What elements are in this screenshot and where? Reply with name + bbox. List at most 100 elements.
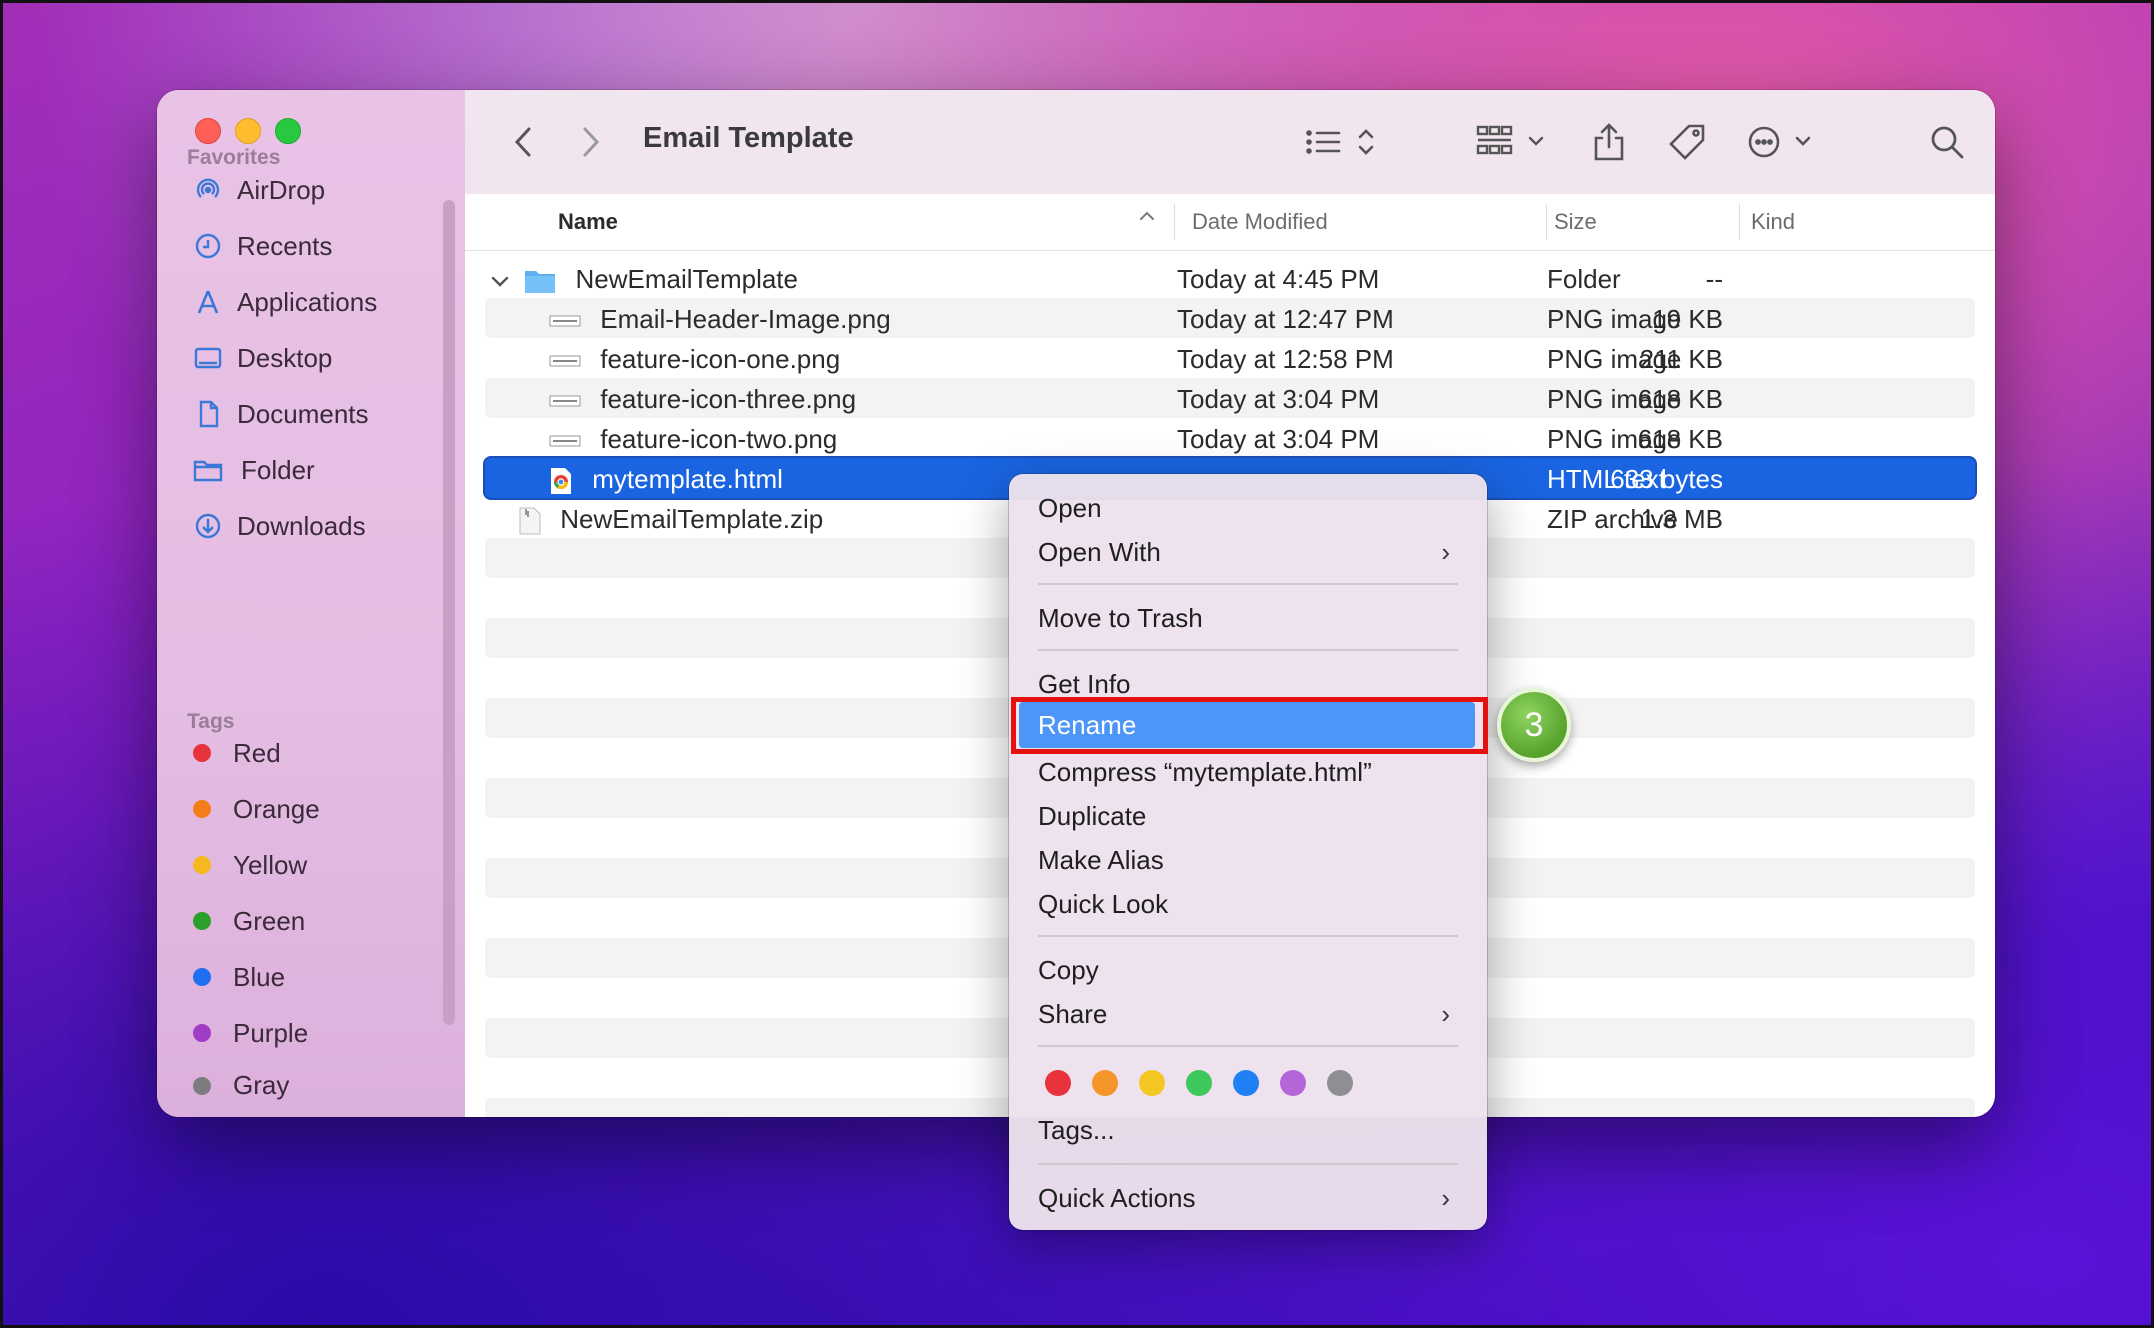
blue-tag-dot xyxy=(193,968,211,986)
table-row[interactable]: feature-icon-one.png Today at 12:58 PM 2… xyxy=(485,338,1975,378)
search-icon xyxy=(1931,126,1964,159)
minimize-button[interactable] xyxy=(235,118,261,144)
sidebar-tag-orange[interactable]: Orange xyxy=(187,781,320,837)
chevron-right-icon: › xyxy=(1441,998,1450,1029)
airdrop-icon xyxy=(193,175,223,205)
sidebar-tag-yellow[interactable]: Yellow xyxy=(187,837,320,893)
table-row[interactable]: NewEmailTemplate Today at 4:45 PM -- Fol… xyxy=(485,258,1975,298)
search-button[interactable] xyxy=(1925,122,1969,162)
file-name: Email-Header-Image.png xyxy=(600,304,891,334)
menu-item-label: Open With xyxy=(1038,536,1161,567)
sidebar-item-desktop[interactable]: Desktop xyxy=(193,330,377,386)
menu-separator xyxy=(1038,1045,1458,1047)
row-name-cell: feature-icon-three.png xyxy=(549,384,856,415)
rename-highlight-box xyxy=(1011,697,1488,754)
window-controls xyxy=(195,118,301,144)
applications-icon xyxy=(193,287,223,317)
sidebar-item-downloads[interactable]: Downloads xyxy=(193,498,377,554)
menu-item-move-to-trash[interactable]: Move to Trash xyxy=(1038,598,1458,638)
menu-separator xyxy=(1038,649,1458,651)
column-date-modified[interactable]: Date Modified xyxy=(1192,209,1328,235)
menu-item-quick-look[interactable]: Quick Look xyxy=(1038,884,1458,924)
tag-color-orange[interactable] xyxy=(1092,1070,1118,1096)
favorites-list: AirDrop Recents Applications Desktop Doc… xyxy=(193,162,377,554)
sidebar-tag-label: Red xyxy=(233,737,281,768)
list-view-icon xyxy=(1306,129,1374,155)
row-name-cell: NewEmailTemplate xyxy=(489,264,798,295)
sidebar-item-airdrop[interactable]: AirDrop xyxy=(193,162,377,218)
purple-tag-dot xyxy=(193,1024,211,1042)
share-button[interactable] xyxy=(1589,122,1629,162)
sidebar-item-documents[interactable]: Documents xyxy=(193,386,377,442)
file-date: Today at 12:47 PM xyxy=(1177,304,1394,334)
table-row[interactable]: feature-icon-two.png Today at 3:04 PM 61… xyxy=(485,418,1975,458)
sidebar-tag-purple[interactable]: Purple xyxy=(187,1005,320,1061)
zip-file-icon xyxy=(519,507,541,535)
tag-color-purple[interactable] xyxy=(1280,1070,1306,1096)
grid-icon xyxy=(1476,125,1544,155)
sidebar-tag-gray[interactable]: Gray xyxy=(187,1061,320,1101)
sidebar-tag-blue[interactable]: Blue xyxy=(187,949,320,1005)
sidebar-item-label: Recents xyxy=(237,230,333,261)
chevron-right-icon: › xyxy=(1441,536,1450,567)
menu-item-tags[interactable]: Tags... xyxy=(1038,1110,1458,1150)
menu-item-label: Share xyxy=(1038,998,1108,1029)
sidebar-tag-red[interactable]: Red xyxy=(187,725,320,781)
table-row[interactable]: Email-Header-Image.png Today at 12:47 PM… xyxy=(485,298,1975,338)
sidebar-item-folder[interactable]: Folder xyxy=(193,442,377,498)
window-title: Email Template xyxy=(643,122,854,154)
sort-ascending-icon[interactable] xyxy=(1137,206,1157,232)
menu-item-quick-actions[interactable]: Quick Actions › xyxy=(1038,1178,1458,1218)
tag-color-red[interactable] xyxy=(1045,1070,1071,1096)
image-file-icon xyxy=(549,435,581,447)
table-row[interactable]: feature-icon-three.png Today at 3:04 PM … xyxy=(485,378,1975,418)
menu-item-copy[interactable]: Copy xyxy=(1038,950,1458,990)
tag-color-yellow[interactable] xyxy=(1139,1070,1165,1096)
menu-item-share[interactable]: Share › xyxy=(1038,994,1458,1034)
file-kind: PNG image xyxy=(1547,384,1682,414)
menu-item-label: Quick Actions xyxy=(1038,1182,1196,1213)
sidebar-item-applications[interactable]: Applications xyxy=(193,274,377,330)
menu-item-open[interactable]: Open xyxy=(1038,488,1458,528)
menu-item-duplicate[interactable]: Duplicate xyxy=(1038,796,1458,836)
sidebar-tag-label: Orange xyxy=(233,793,320,824)
menu-separator xyxy=(1038,1163,1458,1165)
sidebar-tag-label: Green xyxy=(233,905,306,936)
column-name[interactable]: Name xyxy=(558,209,618,235)
column-size[interactable]: Size xyxy=(1554,209,1597,235)
sidebar-item-recents[interactable]: Recents xyxy=(193,218,377,274)
tag-button[interactable] xyxy=(1665,122,1709,162)
tag-color-gray[interactable] xyxy=(1327,1070,1353,1096)
action-button[interactable] xyxy=(1747,122,1817,162)
close-button[interactable] xyxy=(195,118,221,144)
chevron-left-icon xyxy=(514,127,531,157)
view-options-button[interactable] xyxy=(1305,122,1381,162)
menu-item-make-alias[interactable]: Make Alias xyxy=(1038,840,1458,880)
html-file-icon xyxy=(551,468,571,495)
chevron-right-icon xyxy=(583,127,600,157)
chevron-down-icon xyxy=(491,276,509,287)
column-kind[interactable]: Kind xyxy=(1751,209,1795,235)
tag-color-blue[interactable] xyxy=(1233,1070,1259,1096)
back-button[interactable] xyxy=(503,122,543,162)
file-date: Today at 3:04 PM xyxy=(1177,384,1380,414)
tag-color-green[interactable] xyxy=(1186,1070,1212,1096)
sidebar-scrollbar[interactable] xyxy=(443,200,455,1025)
sidebar-tag-green[interactable]: Green xyxy=(187,893,320,949)
menu-item-label: Compress “mytemplate.html” xyxy=(1038,756,1372,787)
folder-icon xyxy=(525,271,556,294)
menu-item-compress[interactable]: Compress “mytemplate.html” xyxy=(1038,752,1458,792)
orange-tag-dot xyxy=(193,800,211,818)
desktop-icon xyxy=(193,343,223,373)
zoom-button[interactable] xyxy=(275,118,301,144)
sidebar-item-label: Desktop xyxy=(237,342,333,373)
menu-item-label: Quick Look xyxy=(1038,888,1169,919)
column-divider[interactable] xyxy=(1546,204,1547,240)
file-name: feature-icon-three.png xyxy=(600,384,857,414)
column-divider[interactable] xyxy=(1739,204,1740,240)
forward-button[interactable] xyxy=(571,122,611,162)
group-button[interactable] xyxy=(1475,122,1551,162)
menu-item-open-with[interactable]: Open With › xyxy=(1038,532,1458,572)
row-name-cell: feature-icon-two.png xyxy=(549,424,837,455)
column-divider[interactable] xyxy=(1174,204,1175,240)
